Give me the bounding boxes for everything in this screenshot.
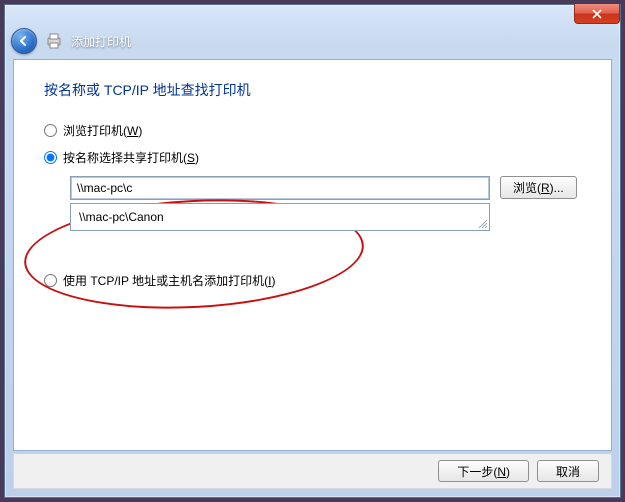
- autocomplete-item[interactable]: \\mac-pc\Canon: [71, 204, 489, 230]
- option-tcpip[interactable]: 使用 TCP/IP 地址或主机名添加打印机(I): [44, 272, 581, 289]
- cancel-button[interactable]: 取消: [537, 460, 599, 482]
- option-tcpip-label: 使用 TCP/IP 地址或主机名添加打印机(I): [63, 272, 275, 289]
- radio-by-name[interactable]: [44, 151, 57, 164]
- nav-bar: 添加打印机: [5, 25, 620, 57]
- page-heading: 按名称或 TCP/IP 地址查找打印机: [44, 80, 581, 100]
- close-button[interactable]: [574, 4, 620, 24]
- close-icon: [592, 9, 602, 19]
- path-input-row: \\mac-pc\Canon 浏览(R)...: [70, 176, 581, 200]
- radio-browse[interactable]: [44, 124, 57, 137]
- dialog-window: 添加打印机 按名称或 TCP/IP 地址查找打印机 浏览打印机(W) 按名称选择…: [4, 4, 621, 498]
- printer-path-input[interactable]: [70, 176, 490, 200]
- back-button[interactable]: [11, 28, 37, 54]
- titlebar: [5, 5, 620, 25]
- option-by-name[interactable]: 按名称选择共享打印机(S): [44, 149, 581, 166]
- option-browse-label: 浏览打印机(W): [63, 122, 142, 139]
- next-button[interactable]: 下一步(N): [438, 460, 529, 482]
- browse-button[interactable]: 浏览(R)...: [500, 176, 577, 199]
- path-combo: \\mac-pc\Canon: [70, 176, 490, 200]
- nav-title: 添加打印机: [71, 33, 131, 50]
- back-arrow-icon: [17, 34, 31, 48]
- option-by-name-label: 按名称选择共享打印机(S): [63, 149, 199, 166]
- footer: 下一步(N) 取消: [13, 453, 612, 489]
- printer-icon: [45, 32, 63, 50]
- autocomplete-dropdown: \\mac-pc\Canon: [70, 203, 490, 231]
- content-area: 按名称或 TCP/IP 地址查找打印机 浏览打印机(W) 按名称选择共享打印机(…: [13, 59, 612, 451]
- option-browse[interactable]: 浏览打印机(W): [44, 122, 581, 139]
- resize-grip-icon[interactable]: [476, 217, 488, 229]
- radio-tcpip[interactable]: [44, 274, 57, 287]
